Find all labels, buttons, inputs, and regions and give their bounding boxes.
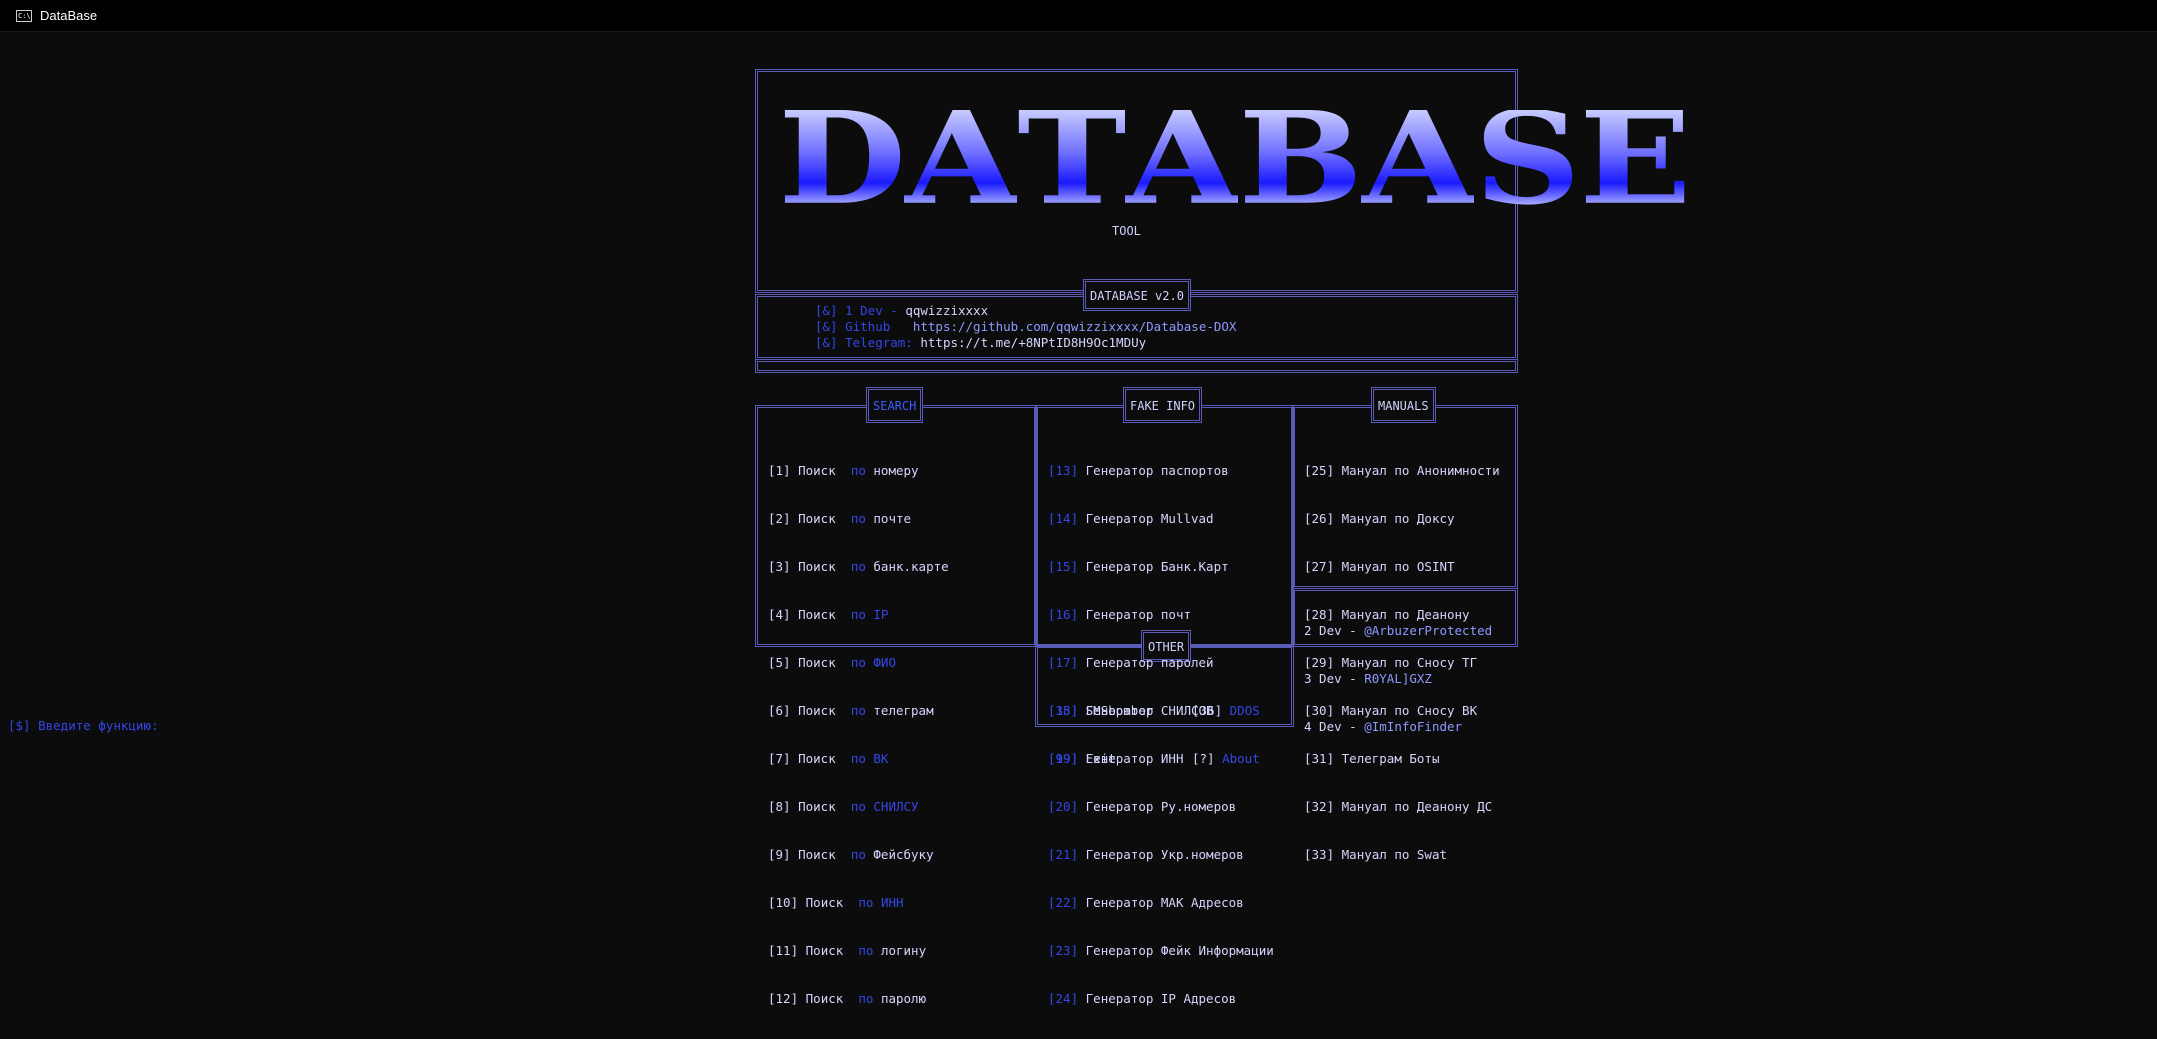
menu-item: [99] Exit: [1048, 751, 1116, 766]
search-section-title: SEARCH: [866, 387, 924, 423]
dev-row: 4 Dev - @ImInfoFinder: [1304, 719, 1463, 734]
menu-item: [3] Поиск по банк.карте: [768, 559, 949, 574]
command-prompt[interactable]: [$] Введите функцию:: [8, 718, 159, 734]
logo-subtitle: TOOL: [1112, 224, 1141, 238]
manuals-section-title: MANUALS: [1371, 387, 1436, 423]
logo-letter: T: [1017, 83, 1127, 233]
menu-item: [?] About: [1192, 751, 1260, 766]
database-logo: D A T A B A S E: [778, 83, 1692, 233]
menu-item: [27] Мануал по OSINT: [1304, 559, 1455, 574]
logo-letter: B: [1238, 83, 1363, 233]
menu-item: [23] Генератор Фейк Информации: [1048, 943, 1274, 958]
menu-item: [11] Поиск по логину: [768, 943, 927, 958]
dev-row: 3 Dev - R0YAL]GXZ: [1304, 671, 1432, 686]
menu-item: [14] Генератор Mullvad: [1048, 511, 1214, 526]
links-list: [&] 1 Dev - qqwizzixxxx [&] Github https:…: [815, 303, 1236, 351]
menu-item: [6] Поиск по телеграм: [768, 703, 934, 718]
menu-item: [26] Мануал по Доксу: [1304, 511, 1455, 526]
menu-item: [13] Генератор паспортов: [1048, 463, 1229, 478]
menu-item: [36] DDOS: [1192, 703, 1260, 718]
menu-item: [2] Поиск по почте: [768, 511, 912, 526]
menu-item: [25] Мануал по Анонимности: [1304, 463, 1500, 478]
menu-item: [15] Генератор Банк.Карт: [1048, 559, 1229, 574]
link-row-telegram: [&] Telegram: https://t.me/+8NPtID8H9Oc1…: [815, 335, 1147, 350]
menu-item: [16] Генератор почт: [1048, 607, 1191, 622]
menu-item: [7] Поиск по ВК: [768, 751, 889, 766]
menu-item: [12] Поиск по паролю: [768, 991, 927, 1006]
logo-letter: S: [1474, 83, 1581, 233]
menu-item: [33] Мануал по Swat: [1304, 847, 1447, 862]
link-row-github: [&] Github https://github.com/qqwizzixxx…: [815, 319, 1237, 334]
menu-item: [10] Поиск по ИНН: [768, 895, 904, 910]
menu-item: [17] Генератор паролей: [1048, 655, 1214, 670]
menu-item: [35] SMSbomber: [1048, 703, 1154, 718]
fake-info-section-title: FAKE INFO: [1123, 387, 1203, 423]
logo-letter: A: [1361, 83, 1476, 233]
window-title: DataBase: [40, 8, 98, 23]
logo-letter: A: [1125, 83, 1240, 233]
devs-list: 2 Dev - @ArbuzerProtected 3 Dev - R0YAL]…: [1304, 591, 1492, 767]
menu-item: [4] Поиск по IP: [768, 607, 889, 622]
terminal-area[interactable]: D A T A B A S E TOOL DATABASE v2.0 [&] 1…: [0, 32, 2157, 1006]
logo-letter: A: [904, 83, 1019, 233]
menu-item: [20] Генератор Ру.номеров: [1048, 799, 1237, 814]
link-row-dev: [&] 1 Dev - qqwizzixxxx: [815, 303, 989, 318]
window-titlebar: C:\ DataBase: [0, 0, 2157, 32]
console-icon: C:\: [16, 9, 32, 22]
menu-item: [9] Поиск по Фейсбуку: [768, 847, 934, 862]
menu-item: [5] Поиск по ФИО: [768, 655, 896, 670]
menu-item: [8] Поиск по СНИЛСУ: [768, 799, 919, 814]
logo-letter: E: [1579, 83, 1692, 233]
menu-item: [21] Генератор Укр.номеров: [1048, 847, 1244, 862]
menu-item: [22] Генератор МАК Адресов: [1048, 895, 1244, 910]
logo-letter: D: [778, 83, 906, 233]
other-menu-right: [36] DDOS [?] About: [1192, 671, 1260, 799]
dev-row: 2 Dev - @ArbuzerProtected: [1304, 623, 1493, 638]
menu-item: [32] Мануал по Деанону ДС: [1304, 799, 1493, 814]
menu-item: [1] Поиск по номеру: [768, 463, 919, 478]
divider-frame: [755, 359, 1518, 373]
other-menu-left: [35] SMSbomber [99] Exit: [1048, 671, 1153, 799]
menu-item: [24] Генератор IP Адресов: [1048, 991, 1237, 1006]
search-menu: [1] Поиск по номеру [2] Поиск по почте […: [768, 431, 949, 1039]
